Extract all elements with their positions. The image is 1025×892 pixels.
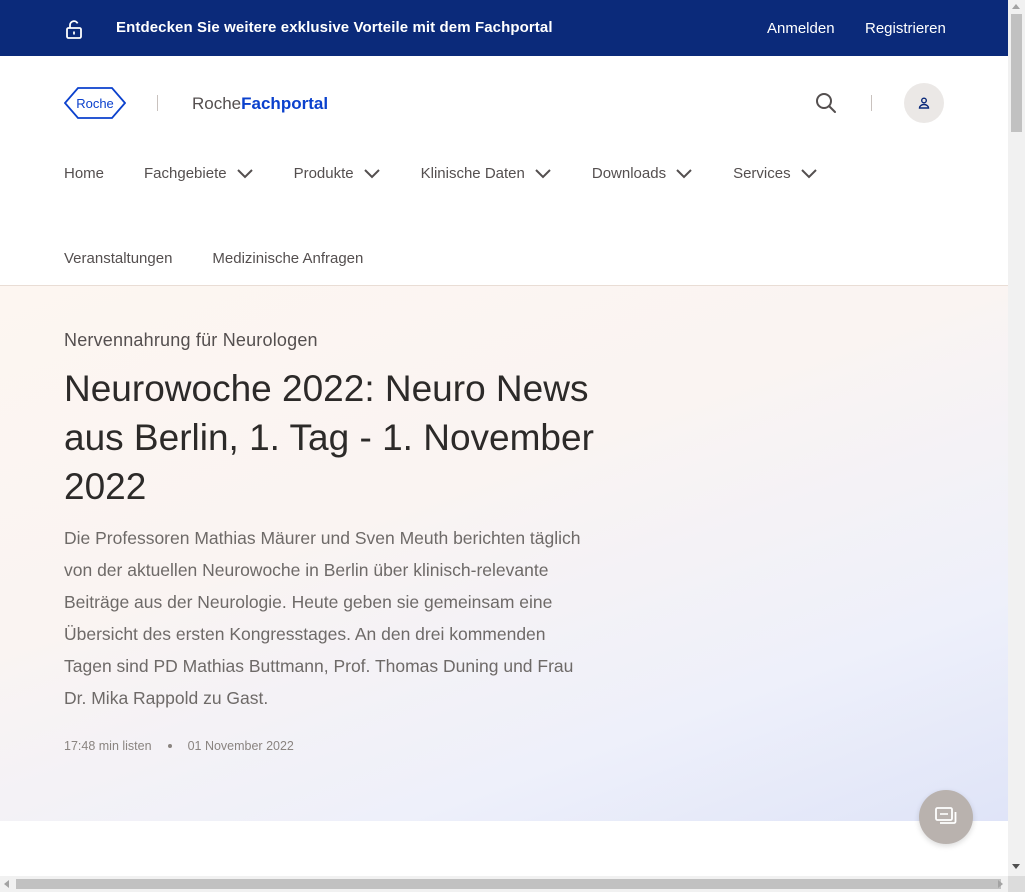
logo-text: Roche <box>76 96 114 111</box>
nav-item-label: Klinische Daten <box>420 164 525 182</box>
chevron-down-icon <box>800 169 817 179</box>
vertical-scroll-thumb[interactable] <box>1011 14 1022 132</box>
scroll-left-icon[interactable] <box>4 880 9 888</box>
scroll-down-icon[interactable] <box>1012 864 1020 869</box>
promo-banner: Entdecken Sie weitere exklusive Vorteile… <box>0 0 1008 56</box>
listen-duration: 17:48 min listen <box>64 739 152 753</box>
chevron-down-icon <box>535 169 551 179</box>
nav-item-label: Produkte <box>293 164 354 182</box>
scrollbar-corner <box>1008 876 1025 892</box>
nav-item-label: Medizinische Anfragen <box>212 250 364 267</box>
chat-button[interactable] <box>919 790 973 844</box>
login-link[interactable]: Anmelden <box>767 20 835 37</box>
portal-prefix: Roche <box>192 94 242 113</box>
nav-item-label: Services <box>733 164 791 182</box>
logo-divider <box>157 95 158 111</box>
article-lead: Die Professoren Mathias Mäurer und Sven … <box>64 528 581 708</box>
nav-item-label: Fachgebiete <box>144 164 227 182</box>
portal-name[interactable]: RocheFachportal <box>192 94 328 114</box>
article-hero: Nervennahrung für Neurologen Neurowoche … <box>0 286 1008 821</box>
article-title: Neurowoche 2022: Neuro News aus Berlin, … <box>64 368 594 507</box>
chat-icon <box>935 807 957 824</box>
vertical-scrollbar[interactable] <box>1008 0 1025 876</box>
site-header: Roche RocheFachportal Home Fachgebiete P… <box>0 56 1008 286</box>
horizontal-scroll-thumb[interactable] <box>16 879 1001 889</box>
search-icon[interactable] <box>815 92 837 114</box>
header-divider <box>871 95 872 111</box>
publish-date: 01 November 2022 <box>187 739 294 753</box>
promo-text: Entdecken Sie weitere exklusive Vorteile… <box>116 19 553 36</box>
article-kicker: Nervennahrung für Neurologen <box>64 330 318 350</box>
nav-item-produkte[interactable]: Produkte <box>294 165 381 182</box>
scroll-right-icon[interactable] <box>998 880 1003 888</box>
scroll-up-icon[interactable] <box>1012 4 1020 9</box>
nav-item-klinische-daten[interactable]: Klinische Daten <box>421 165 552 182</box>
page-viewport: Entdecken Sie weitere exklusive Vorteile… <box>0 0 1008 876</box>
roche-logo[interactable]: Roche <box>64 87 126 119</box>
chevron-down-icon <box>363 169 380 179</box>
chevron-down-icon <box>236 169 253 179</box>
nav-item-downloads[interactable]: Downloads <box>592 165 693 182</box>
portal-suffix: Fachportal <box>241 94 329 113</box>
nav-item-label: Downloads <box>591 164 667 182</box>
nav-item-fachgebiete[interactable]: Fachgebiete <box>144 165 254 182</box>
secondary-navigation: Veranstaltungen Medizinische Anfragen <box>64 250 403 267</box>
user-icon <box>918 97 930 109</box>
article-meta: 17:48 min listen 01 November 2022 <box>64 739 294 753</box>
register-link[interactable]: Registrieren <box>865 20 946 37</box>
meta-separator <box>167 744 172 748</box>
main-navigation: Home Fachgebiete Produkte Klinische Date… <box>64 160 964 186</box>
nav-item-label: Home <box>64 164 105 182</box>
nav-item-services[interactable]: Services <box>733 165 818 182</box>
nav-item-label: Veranstaltungen <box>64 250 173 267</box>
lock-open-icon <box>66 20 82 39</box>
chevron-down-icon <box>676 169 692 179</box>
nav-item-home[interactable]: Home <box>64 165 104 182</box>
user-account-button[interactable] <box>904 83 944 123</box>
nav-item-veranstaltungen[interactable]: Veranstaltungen <box>64 250 172 267</box>
nav-item-medizinische-anfragen[interactable]: Medizinische Anfragen <box>212 250 363 267</box>
horizontal-scrollbar[interactable] <box>0 876 1008 892</box>
